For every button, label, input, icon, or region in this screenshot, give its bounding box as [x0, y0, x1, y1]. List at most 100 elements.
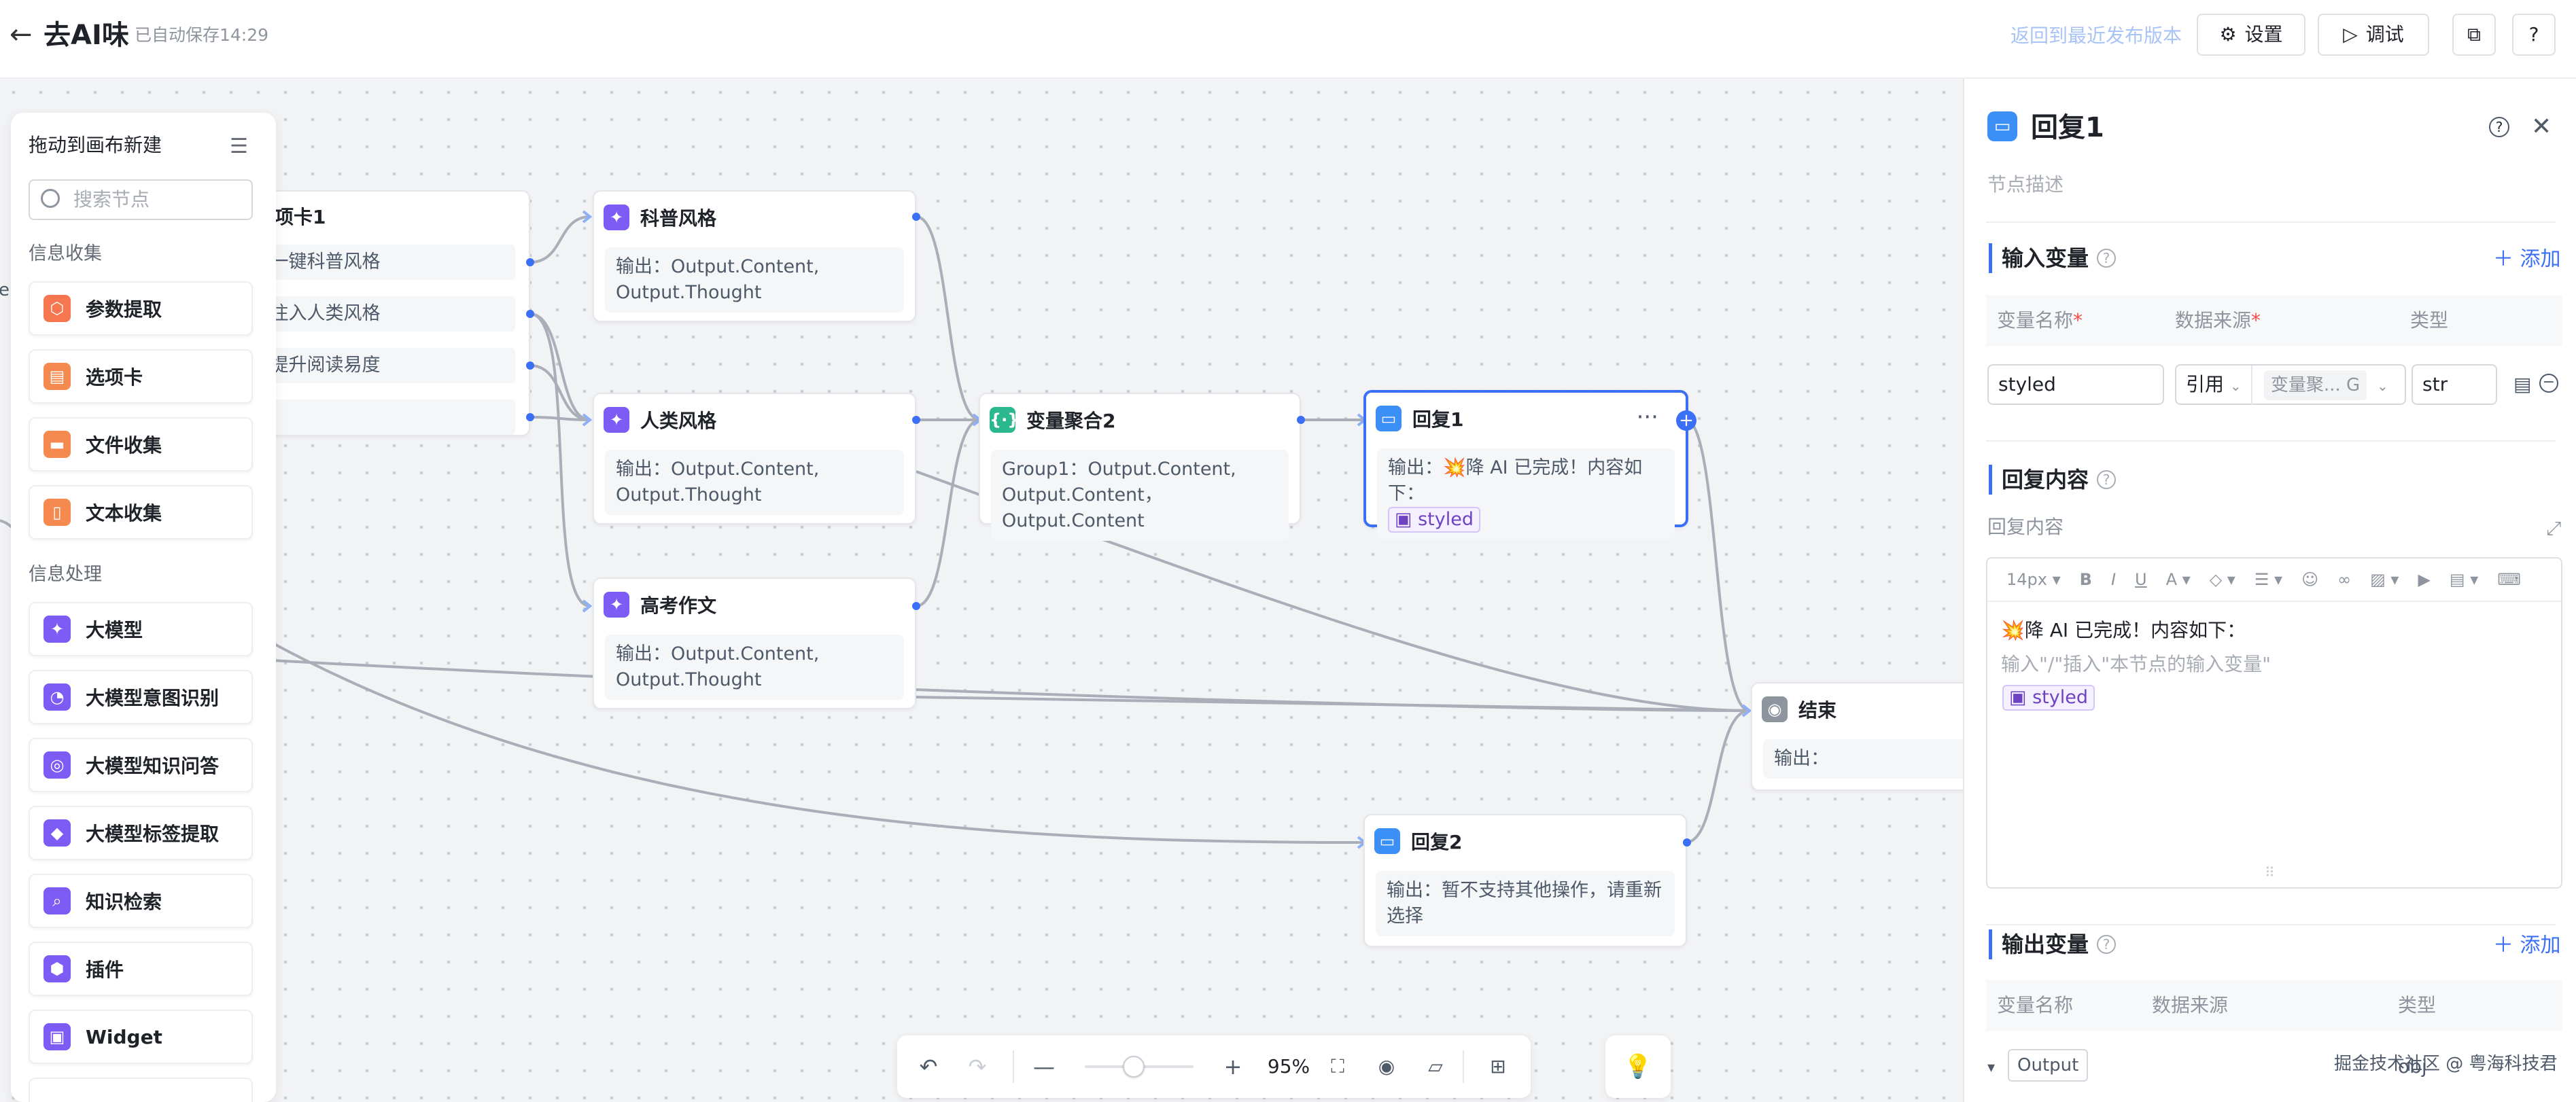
- data-source-select[interactable]: 引用 ⌄ 变量聚... G ⌄: [2175, 364, 2406, 405]
- add-output-var-button[interactable]: ＋ 添加: [2493, 931, 2561, 961]
- settings-button[interactable]: ⚙ 设置: [2197, 14, 2305, 56]
- workflow-canvas[interactable]: er 项卡1 ⟋ 一键科普风格 ⟋ 注入人类风格 ⟋ 提升阅读易度 ✦科普风格 …: [0, 79, 1963, 1102]
- help-button[interactable]: ?: [2512, 14, 2556, 56]
- section-label: 回复内容: [2002, 467, 2089, 493]
- source-type-dropdown[interactable]: 引用 ⌄: [2176, 366, 2252, 405]
- zoom-in-icon[interactable]: +: [1219, 1053, 1247, 1080]
- back-arrow-icon[interactable]: ←: [10, 19, 41, 50]
- node-item-text-collect[interactable]: ▯ 文本收集: [29, 485, 253, 539]
- code-icon[interactable]: ⌨: [2497, 570, 2521, 589]
- node-title: 结束: [1798, 699, 1837, 722]
- node-item-widget[interactable]: ▣ Widget: [29, 1010, 253, 1064]
- node-item-knowledge-search[interactable]: ⌕ 知识检索: [29, 874, 253, 928]
- node-item-label: 大模型意图识别: [86, 687, 220, 709]
- output-port[interactable]: [912, 416, 920, 424]
- llm-node-human[interactable]: ✦ 人类风格 输出：Output.Content, Output.Thought: [593, 393, 916, 525]
- node-item-tag-extract[interactable]: ◆ 大模型标签提取: [29, 806, 253, 860]
- debug-button[interactable]: ▷ 调试: [2318, 14, 2429, 56]
- undo-icon[interactable]: ↶: [915, 1053, 942, 1080]
- column-header: 变量名称*: [1997, 306, 2083, 336]
- more-icon[interactable]: ···: [1637, 404, 1658, 431]
- node-item-label: 大模型标签提取: [86, 823, 220, 845]
- output-port[interactable]: [526, 413, 534, 421]
- node-output: 输出：Output.Content, Output.Thought: [605, 635, 904, 700]
- node-item-intent[interactable]: ◔ 大模型意图识别: [29, 670, 253, 724]
- node-title: 变量聚合2: [1026, 410, 1116, 432]
- output-port[interactable]: [526, 310, 534, 318]
- collapse-panel-icon[interactable]: ☰: [230, 133, 248, 160]
- font-size-select[interactable]: 14px ▾: [2006, 570, 2061, 589]
- eye-icon[interactable]: ◉: [1373, 1053, 1400, 1080]
- help-icon[interactable]: ?: [2097, 470, 2117, 489]
- variable-type-field[interactable]: str: [2412, 364, 2497, 405]
- resize-handle-icon[interactable]: ⠿: [2265, 864, 2275, 881]
- reply-content-editor[interactable]: 14px ▾ B I U A ▾ ◇ ▾ ☰ ▾ ☺ ∞ ▨ ▾ ▶ ▤ ▾ ⌨…: [1986, 557, 2562, 889]
- reply-node-1[interactable]: ▭ 回复1 ··· 输出：💥降 AI 已完成！内容如下： ▣ styled: [1363, 390, 1688, 539]
- node-item-label: 插件: [86, 959, 124, 981]
- layout-grid-icon[interactable]: ⊞: [1484, 1053, 1512, 1080]
- node-item-llm[interactable]: ✦ 大模型: [29, 602, 253, 656]
- output-port[interactable]: [1297, 416, 1305, 424]
- expand-row-icon[interactable]: ▾: [1987, 1056, 1995, 1080]
- close-icon[interactable]: ✕: [2531, 110, 2552, 144]
- zoom-out-icon[interactable]: —: [1030, 1053, 1058, 1080]
- file-icon[interactable]: ▤ ▾: [2450, 570, 2478, 589]
- add-node-icon[interactable]: +: [1676, 410, 1696, 431]
- italic-icon[interactable]: I: [2111, 570, 2116, 589]
- lightbulb-icon[interactable]: 💡: [1605, 1035, 1671, 1098]
- zoom-slider-handle[interactable]: [1123, 1056, 1145, 1078]
- emoji-icon[interactable]: ☺: [2301, 570, 2318, 589]
- variable-tag[interactable]: ▣ styled: [2002, 685, 2095, 711]
- node-search-input[interactable]: 搜索节点: [29, 179, 253, 220]
- source-type-label: 引用: [2186, 373, 2225, 395]
- node-item-file-collect[interactable]: ▬ 文件收集: [29, 417, 253, 472]
- list-icon[interactable]: ☰ ▾: [2255, 570, 2282, 589]
- output-port[interactable]: [912, 602, 920, 610]
- llm-node-exam[interactable]: ✦ 高考作文 输出：Output.Content, Output.Thought: [593, 577, 916, 709]
- node-library-panel: 拖动到画布新建 ☰ 搜索节点 信息收集 ⬡ 参数提取 ▤ 选项卡 ▬ 文件收集 ▯ 文本…: [11, 113, 276, 1102]
- remove-icon[interactable]: −: [2539, 374, 2558, 393]
- add-input-var-button[interactable]: ＋ 添加: [2493, 245, 2561, 274]
- node-item-knowledge-qa[interactable]: ◎ 大模型知识问答: [29, 738, 253, 792]
- redo-icon[interactable]: ↷: [964, 1053, 991, 1080]
- node-item-param-extract[interactable]: ⬡ 参数提取: [29, 281, 253, 336]
- node-item-partial[interactable]: [29, 1078, 253, 1102]
- node-item-option-card[interactable]: ▤ 选项卡: [29, 349, 253, 404]
- output-port[interactable]: [526, 361, 534, 370]
- variable-name-input[interactable]: styled: [1987, 364, 2164, 405]
- aggregate-node[interactable]: {·} 变量聚合2 Group1：Output.Content, Output.C…: [979, 393, 1301, 541]
- video-icon[interactable]: ▶: [2418, 570, 2430, 589]
- node-title: 高考作文: [640, 594, 717, 617]
- highlight-icon[interactable]: ◇ ▾: [2210, 570, 2235, 589]
- help-icon[interactable]: ?: [2489, 117, 2509, 137]
- output-port[interactable]: [912, 213, 920, 221]
- revert-to-published-link[interactable]: 返回到最近发布版本: [2011, 23, 2182, 49]
- source-value-chip[interactable]: 变量聚... G: [2263, 370, 2367, 400]
- aggregate-icon: {·}: [990, 407, 1019, 433]
- reply-node-2[interactable]: ▭ 回复2 输出：暂不支持其他操作，请重新 选择: [1363, 814, 1687, 947]
- link-icon[interactable]: ∞: [2337, 570, 2351, 589]
- font-color-icon[interactable]: A ▾: [2166, 570, 2191, 589]
- zoom-slider[interactable]: [1085, 1056, 1194, 1078]
- output-port[interactable]: [1683, 838, 1691, 847]
- note-icon[interactable]: ▱: [1422, 1053, 1449, 1080]
- expand-icon[interactable]: ⤢: [2546, 516, 2561, 541]
- node-item-label: 选项卡: [86, 366, 143, 389]
- section-label: 输出变量: [2002, 931, 2089, 957]
- output-port[interactable]: [526, 258, 534, 266]
- copy-button[interactable]: ⧉: [2452, 14, 2496, 56]
- node-item-plugin[interactable]: ⬢ 插件: [29, 942, 253, 996]
- search-icon: [41, 189, 60, 208]
- llm-node-science[interactable]: ✦ 科普风格 输出：Output.Content, Output.Thought: [593, 190, 916, 322]
- end-node[interactable]: ◉ 结束 输出：: [1751, 682, 1963, 791]
- underline-icon[interactable]: U: [2135, 570, 2147, 589]
- output-prefix: 输出：: [1388, 457, 1443, 478]
- image-icon[interactable]: ▨ ▾: [2370, 570, 2399, 589]
- node-description-input[interactable]: 节点描述: [1987, 170, 2064, 200]
- help-icon[interactable]: ?: [2097, 935, 2117, 954]
- fit-view-icon[interactable]: ⛶: [1324, 1053, 1351, 1080]
- document-icon[interactable]: ▤: [2513, 372, 2531, 397]
- help-icon[interactable]: ?: [2097, 249, 2117, 268]
- autosave-status: 已自动保存14:29: [135, 25, 269, 45]
- bold-icon[interactable]: B: [2080, 570, 2092, 589]
